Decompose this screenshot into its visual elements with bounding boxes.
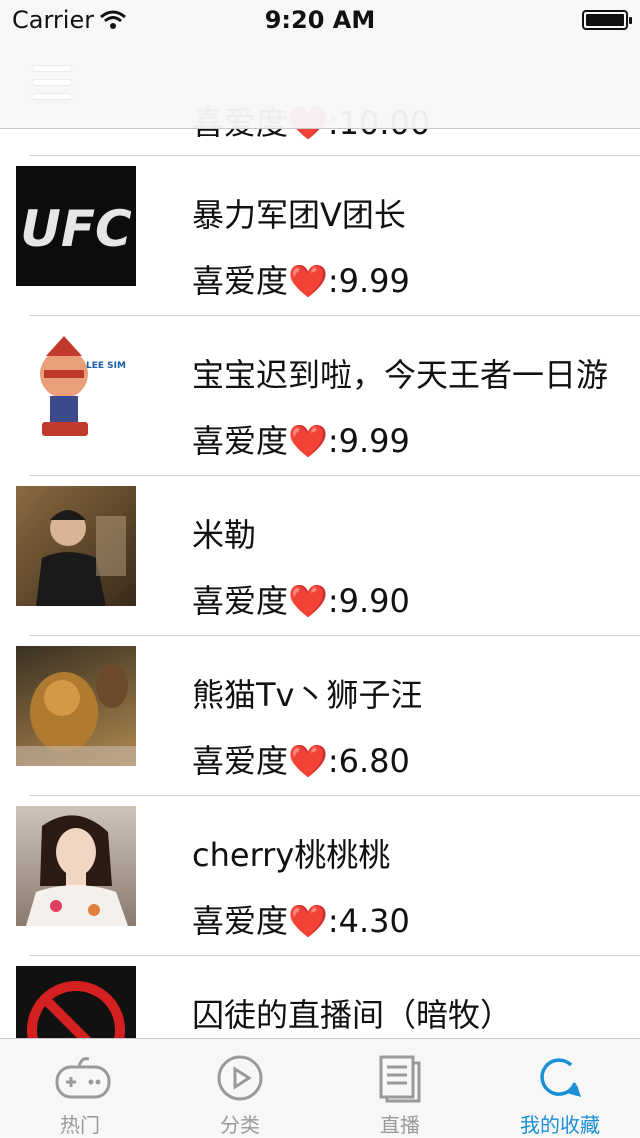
svg-text:LEE SIM: LEE SIM (86, 361, 126, 371)
status-time: 9:20 AM (264, 6, 376, 34)
list-item[interactable]: 熊猫Tv丶狮子汪 喜爱度❤️:6.80 (0, 636, 640, 796)
rating: 喜爱度❤️:9.99 (192, 422, 410, 460)
svg-text:UFC: UFC (20, 200, 132, 258)
gamepad-icon (55, 1053, 111, 1103)
status-bar: Carrier 9:20 AM (0, 0, 640, 40)
channel-title: 米勒 (192, 516, 257, 554)
thumbnail-lee-sim: LEE SIM (16, 326, 136, 446)
thumbnail-prohibited (16, 966, 136, 1038)
favorites-list[interactable]: 喜爱度❤️:10.00 UFC 暴力军团V团长 喜爱度❤️:9.99 LEE (0, 0, 640, 1038)
thumbnail-avatar-woman (16, 806, 136, 926)
tab-label: 热门 (60, 1113, 100, 1137)
tab-category[interactable]: 分类 (160, 1039, 320, 1137)
list-item[interactable]: 米勒 喜爱度❤️:9.90 (0, 476, 640, 636)
document-icon (375, 1053, 425, 1103)
rating: 喜爱度❤️:9.99 (192, 262, 410, 300)
list-item[interactable]: cherry桃桃桃 喜爱度❤️:4.30 (0, 796, 640, 956)
channel-title: 囚徒的直播间（暗牧） (192, 996, 513, 1034)
battery-icon (582, 10, 632, 30)
heart-icon: ❤️ (288, 902, 328, 940)
tab-hot[interactable]: 热门 (0, 1039, 160, 1137)
menu-icon[interactable] (32, 66, 72, 102)
channel-title: 暴力军团V团长 (192, 196, 406, 234)
rating: 喜爱度❤️:4.30 (192, 902, 410, 940)
heart-icon: ❤️ (288, 582, 328, 620)
thumbnail-lion-dog (16, 646, 136, 766)
channel-title: 熊猫Tv丶狮子汪 (192, 676, 423, 714)
channel-title: 宝宝迟到啦，今天王者一日游 (192, 356, 609, 394)
thumbnail-ufc: UFC (16, 166, 136, 286)
tab-label: 直播 (380, 1113, 420, 1137)
list-item[interactable]: 囚徒的直播间（暗牧） (0, 956, 640, 1038)
rating: 喜爱度❤️:9.90 (192, 582, 410, 620)
rating: 喜爱度❤️:6.80 (192, 742, 410, 780)
tab-live[interactable]: 直播 (320, 1039, 480, 1137)
tab-label: 我的收藏 (520, 1113, 600, 1137)
heart-icon: ❤️ (288, 742, 328, 780)
tab-label: 分类 (220, 1113, 260, 1137)
thumbnail-avatar-man (16, 486, 136, 606)
tab-favorites[interactable]: 我的收藏 (480, 1039, 640, 1137)
list-item[interactable]: LEE SIM 宝宝迟到啦，今天王者一日游 喜爱度❤️:9.99 (0, 316, 640, 476)
tab-bar: 热门 分类 直播 我的收藏 (0, 1038, 640, 1137)
heart-icon: ❤️ (288, 262, 328, 300)
list-item[interactable]: UFC 暴力军团V团长 喜爱度❤️:9.99 (0, 156, 640, 316)
play-circle-icon (215, 1053, 265, 1103)
heart-icon: ❤️ (288, 422, 328, 460)
navigation-bar: Carrier 9:20 AM (0, 0, 640, 129)
refresh-icon (535, 1053, 585, 1103)
channel-title: cherry桃桃桃 (192, 836, 391, 874)
